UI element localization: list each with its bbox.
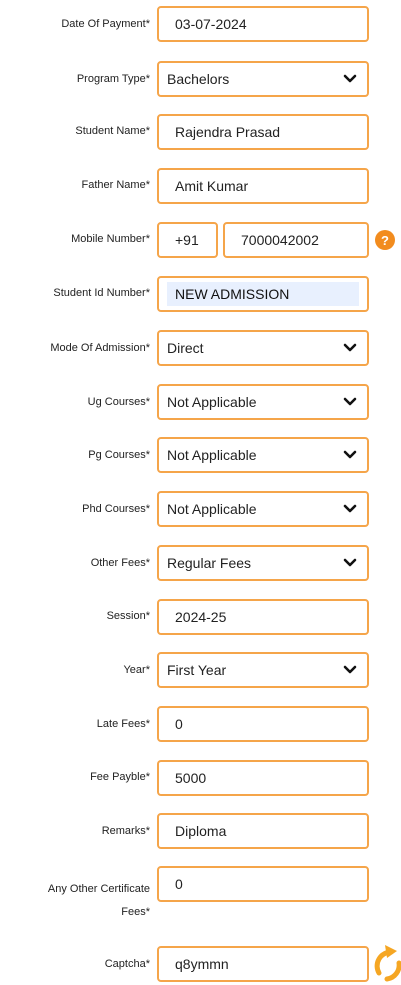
pg-courses-value: Not Applicable xyxy=(167,447,257,463)
session-label: Session* xyxy=(106,610,150,622)
fee-payble-label: Fee Payble* xyxy=(90,771,150,783)
mobile-number-label: Mobile Number* xyxy=(71,233,150,245)
country-code-field[interactable] xyxy=(157,222,218,258)
fee-payble-input[interactable] xyxy=(159,762,367,794)
fee-payble-field[interactable] xyxy=(157,760,369,796)
father-name-field[interactable] xyxy=(157,168,369,204)
late-fees-field[interactable] xyxy=(157,706,369,742)
captcha-field[interactable] xyxy=(157,946,369,982)
phd-courses-value: Not Applicable xyxy=(167,501,257,517)
father-name-label: Father Name* xyxy=(81,179,150,191)
pg-courses-select[interactable]: Not Applicable xyxy=(157,437,369,473)
other-certificate-fees-field[interactable] xyxy=(157,866,369,902)
father-name-input[interactable] xyxy=(159,170,367,202)
session-input[interactable] xyxy=(159,601,367,633)
student-id-value: NEW ADMISSION xyxy=(167,282,359,306)
session-field[interactable] xyxy=(157,599,369,635)
ug-courses-select[interactable]: Not Applicable xyxy=(157,384,369,420)
phd-courses-select[interactable]: Not Applicable xyxy=(157,491,369,527)
program-type-value: Bachelors xyxy=(167,71,230,87)
mobile-number-field[interactable] xyxy=(223,222,369,258)
other-certificate-fees-input[interactable] xyxy=(159,868,367,900)
late-fees-label: Late Fees* xyxy=(96,718,150,730)
year-value: First Year xyxy=(167,662,227,678)
student-name-field[interactable] xyxy=(157,114,369,150)
late-fees-input[interactable] xyxy=(159,708,367,740)
other-certificate-fees-label: Any Other Certificate Fees* xyxy=(0,878,150,924)
date-of-payment-field[interactable] xyxy=(157,6,369,42)
help-icon[interactable]: ? xyxy=(375,230,395,250)
mode-of-admission-label: Mode Of Admission* xyxy=(50,342,150,354)
ug-courses-value: Not Applicable xyxy=(167,394,257,410)
mode-of-admission-select[interactable]: Direct xyxy=(157,330,369,366)
mode-of-admission-value: Direct xyxy=(167,340,204,356)
chevron-down-icon xyxy=(343,343,357,352)
remarks-input[interactable] xyxy=(159,815,367,847)
other-fees-label: Other Fees* xyxy=(90,557,150,569)
other-certificate-fees-label-line1: Any Other Certificate xyxy=(47,883,150,895)
student-id-field[interactable]: NEW ADMISSION xyxy=(157,276,369,312)
student-id-label: Student Id Number* xyxy=(53,287,150,299)
phd-courses-label: Phd Courses* xyxy=(82,503,150,515)
student-name-label: Student Name* xyxy=(75,125,150,137)
program-type-label: Program Type* xyxy=(76,73,150,85)
chevron-down-icon xyxy=(343,558,357,567)
other-fees-select[interactable]: Regular Fees xyxy=(157,545,369,581)
mobile-number-input[interactable] xyxy=(225,224,367,256)
program-type-select[interactable]: Bachelors xyxy=(157,61,369,97)
date-of-payment-input[interactable] xyxy=(159,8,367,40)
chevron-down-icon xyxy=(343,504,357,513)
other-fees-value: Regular Fees xyxy=(167,555,252,571)
captcha-label: Captcha* xyxy=(104,958,150,970)
year-select[interactable]: First Year xyxy=(157,652,369,688)
chevron-down-icon xyxy=(343,74,357,83)
pg-courses-label: Pg Courses* xyxy=(88,449,150,461)
refresh-icon[interactable] xyxy=(369,943,401,983)
remarks-field[interactable] xyxy=(157,813,369,849)
country-code-input[interactable] xyxy=(159,224,216,256)
chevron-down-icon xyxy=(343,397,357,406)
student-name-input[interactable] xyxy=(159,116,367,148)
date-of-payment-label: Date Of Payment* xyxy=(61,18,150,30)
chevron-down-icon xyxy=(343,450,357,459)
captcha-input[interactable] xyxy=(159,948,367,980)
year-label: Year* xyxy=(123,664,150,676)
remarks-label: Remarks* xyxy=(101,825,150,837)
chevron-down-icon xyxy=(343,665,357,674)
ug-courses-label: Ug Courses* xyxy=(87,396,150,408)
other-certificate-fees-label-line2: Fees* xyxy=(121,906,150,918)
